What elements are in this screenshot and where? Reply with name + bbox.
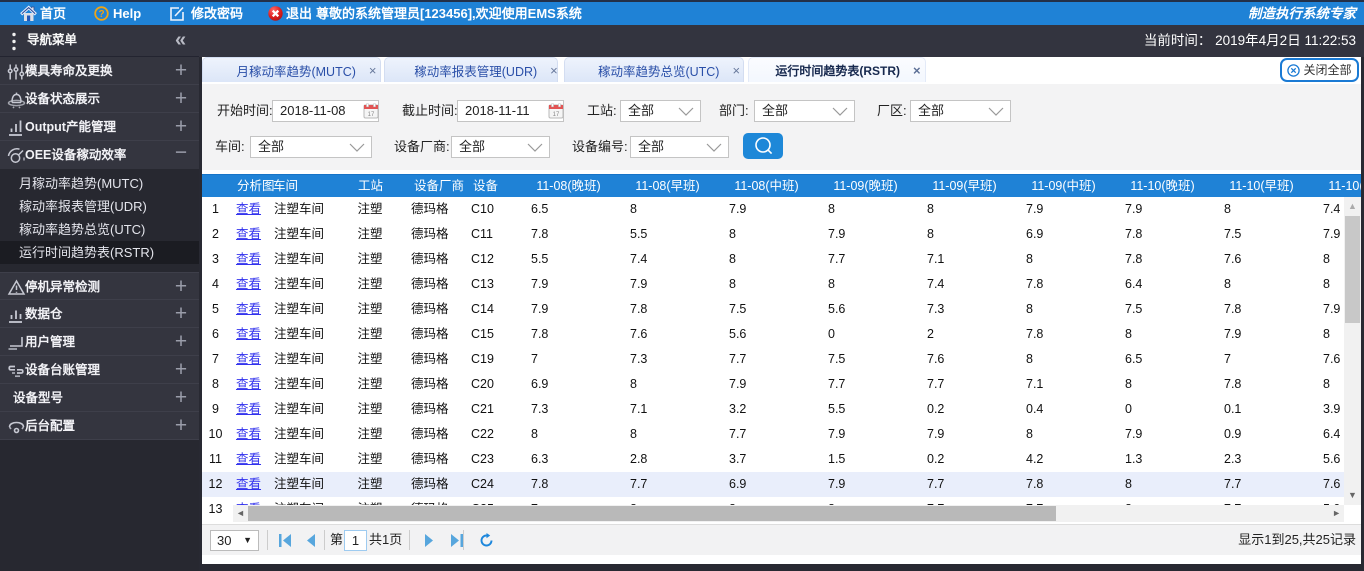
svg-text:17: 17 bbox=[553, 112, 560, 118]
svg-text:?: ? bbox=[98, 9, 104, 20]
svg-text:17: 17 bbox=[368, 112, 375, 118]
